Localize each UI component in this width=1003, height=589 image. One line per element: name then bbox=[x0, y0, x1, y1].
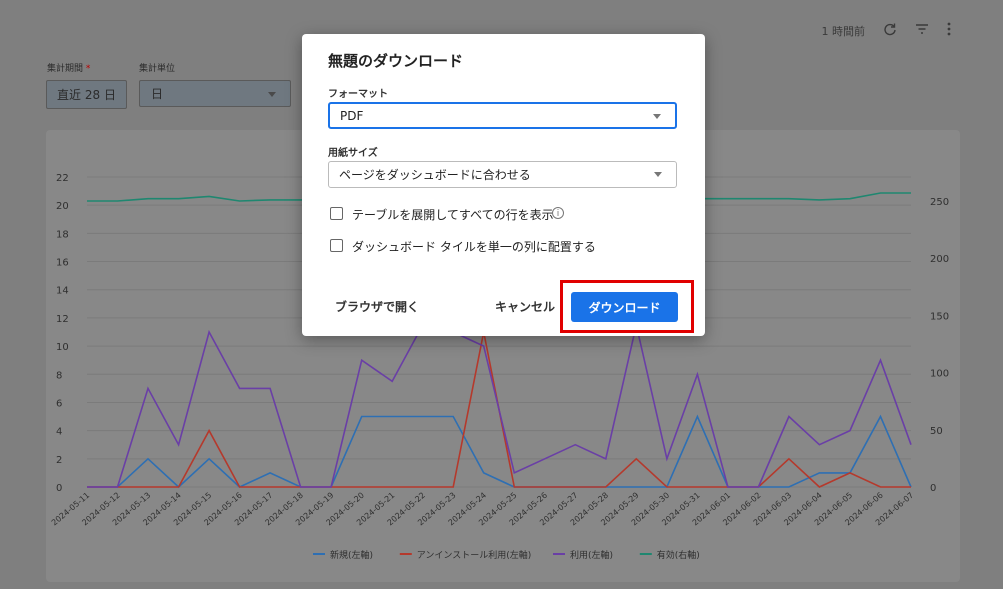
y-left-tick-label: 14 bbox=[56, 286, 69, 297]
y-left-tick-label: 6 bbox=[56, 398, 62, 409]
single-column-label: ダッシュボード タイルを単一の列に配置する bbox=[352, 240, 596, 254]
y-right-tick-label: 0 bbox=[930, 483, 936, 494]
y-right-tick-label: 100 bbox=[930, 369, 949, 380]
y-left-tick-label: 4 bbox=[56, 427, 62, 438]
legend-label: 利用(左軸) bbox=[570, 549, 613, 561]
y-left-tick-label: 0 bbox=[56, 483, 62, 494]
open-in-browser-button[interactable]: ブラウザで開く bbox=[335, 298, 419, 315]
format-select[interactable]: PDF bbox=[328, 102, 677, 129]
format-value: PDF bbox=[340, 108, 364, 123]
info-icon[interactable]: i bbox=[552, 207, 564, 219]
cancel-button[interactable]: キャンセル bbox=[495, 298, 555, 315]
expand-tables-checkbox[interactable] bbox=[330, 207, 343, 220]
y-left-tick-label: 20 bbox=[56, 201, 69, 212]
chevron-down-icon bbox=[654, 172, 662, 177]
single-column-checkbox[interactable] bbox=[330, 239, 343, 252]
paper-size-value: ページをダッシュボードに合わせる bbox=[339, 168, 531, 182]
legend-label: 新規(左軸) bbox=[330, 549, 373, 561]
y-left-tick-label: 16 bbox=[56, 258, 69, 269]
legend-label: アンインストール利用(左軸) bbox=[417, 549, 531, 561]
y-right-tick-label: 150 bbox=[930, 311, 949, 322]
y-right-tick-label: 250 bbox=[930, 197, 949, 208]
chevron-down-icon bbox=[653, 114, 661, 119]
paper-size-label: 用紙サイズ bbox=[328, 148, 378, 159]
paper-size-select[interactable]: ページをダッシュボードに合わせる bbox=[328, 161, 677, 188]
y-left-tick-label: 22 bbox=[56, 173, 69, 184]
expand-tables-label: テーブルを展開してすべての行を表示 bbox=[352, 208, 554, 222]
format-label: フォーマット bbox=[328, 89, 388, 100]
legend-label: 有効(右軸) bbox=[657, 549, 700, 561]
y-right-tick-label: 200 bbox=[930, 254, 949, 265]
y-right-tick-label: 50 bbox=[930, 426, 943, 437]
y-left-tick-label: 12 bbox=[56, 314, 69, 325]
dialog-title: 無題のダウンロード bbox=[328, 52, 464, 70]
y-left-tick-label: 2 bbox=[56, 455, 62, 466]
y-left-tick-label: 8 bbox=[56, 370, 62, 381]
series-line bbox=[87, 414, 912, 489]
highlight-box bbox=[560, 280, 694, 333]
y-left-tick-label: 10 bbox=[56, 342, 69, 353]
y-left-tick-label: 18 bbox=[56, 229, 69, 240]
